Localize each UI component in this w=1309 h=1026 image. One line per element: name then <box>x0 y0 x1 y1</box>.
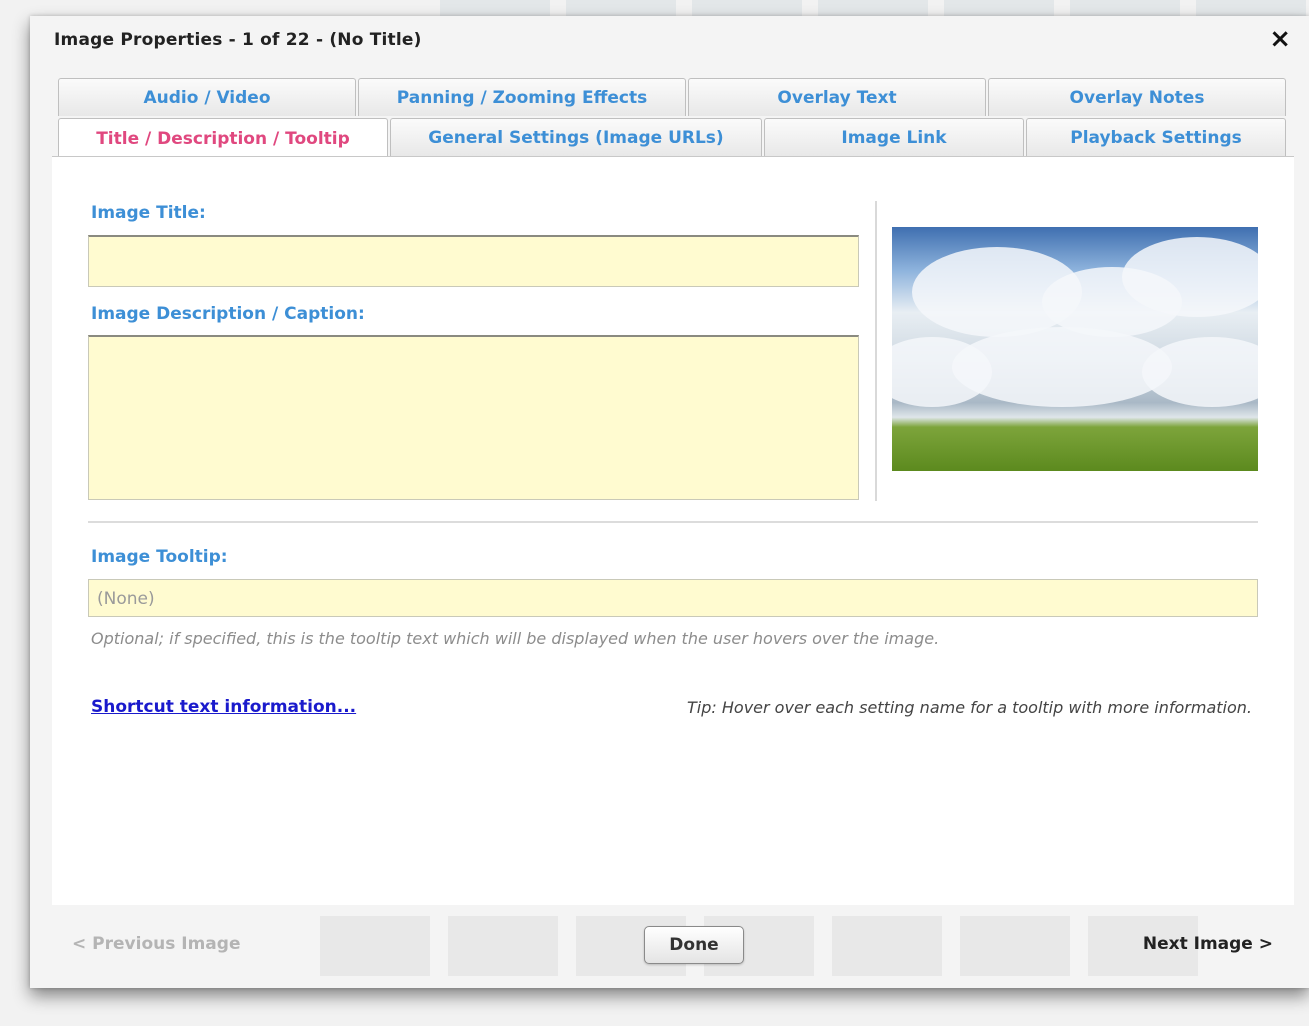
previous-image-button[interactable]: < Previous Image <box>72 934 240 954</box>
horizontal-divider <box>88 521 1258 523</box>
tab-image-link[interactable]: Image Link <box>764 118 1024 156</box>
tab-overlay-text[interactable]: Overlay Text <box>688 78 986 116</box>
tab-bar: Audio / Video Panning / Zooming Effects … <box>58 78 1288 158</box>
image-description-textarea[interactable] <box>88 335 859 500</box>
footer-background-thumbnails <box>320 916 1280 976</box>
tab-row-2: Title / Description / Tooltip General Se… <box>58 118 1288 158</box>
dialog-title: Image Properties - 1 of 22 - (No Title) <box>54 30 422 50</box>
tab-playback-settings[interactable]: Playback Settings <box>1026 118 1286 156</box>
tooltip-placeholder: (None) <box>97 589 155 609</box>
image-tooltip-label: Image Tooltip: <box>91 547 228 567</box>
image-title-label: Image Title: <box>91 203 206 223</box>
tab-panning-zooming[interactable]: Panning / Zooming Effects <box>358 78 686 116</box>
tab-panel: Image Title: Image Description / Caption… <box>52 156 1294 905</box>
tab-row-1: Audio / Video Panning / Zooming Effects … <box>58 78 1288 116</box>
close-icon[interactable]: × <box>1269 24 1291 54</box>
image-description-label: Image Description / Caption: <box>91 304 365 324</box>
done-button[interactable]: Done <box>644 926 744 964</box>
tab-general-settings[interactable]: General Settings (Image URLs) <box>390 118 762 156</box>
image-properties-dialog: Image Properties - 1 of 22 - (No Title) … <box>30 16 1309 988</box>
vertical-divider <box>875 201 877 501</box>
image-tooltip-input[interactable]: (None) <box>88 579 1258 617</box>
tab-overlay-notes[interactable]: Overlay Notes <box>988 78 1286 116</box>
image-preview <box>892 227 1258 471</box>
image-title-input[interactable] <box>88 235 859 287</box>
next-image-button[interactable]: Next Image > <box>1143 934 1273 954</box>
tab-title-description-tooltip[interactable]: Title / Description / Tooltip <box>58 118 388 158</box>
shortcut-text-link[interactable]: Shortcut text information... <box>91 697 356 717</box>
tip-text: Tip: Hover over each setting name for a … <box>687 698 1252 717</box>
tooltip-hint: Optional; if specified, this is the tool… <box>91 629 940 648</box>
tab-audio-video[interactable]: Audio / Video <box>58 78 356 116</box>
